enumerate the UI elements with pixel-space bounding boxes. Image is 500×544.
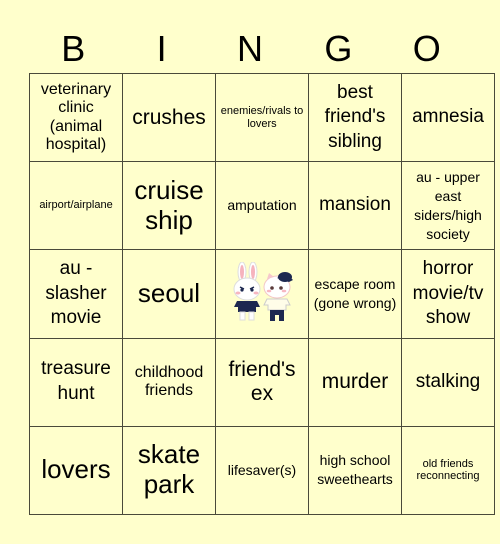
bingo-cell[interactable]: amputation <box>215 161 309 251</box>
bunny-and-cat-characters-icon <box>233 261 293 321</box>
bingo-cell[interactable]: escape room (gone wrong) <box>308 249 402 339</box>
bunny-character-icon <box>233 261 261 321</box>
bingo-cell[interactable]: seoul <box>122 249 216 339</box>
bingo-cell[interactable]: treasure hunt <box>29 337 123 427</box>
bingo-cell[interactable]: veterinary clinic (animal hospital) <box>29 72 123 163</box>
header-letter-g: G <box>324 28 353 69</box>
board-row: treasure hunt childhood friends friend's… <box>29 337 495 427</box>
bingo-cell[interactable]: skate park <box>122 425 216 516</box>
header-letter-o: O <box>412 28 441 69</box>
header-letter-n: N <box>236 28 263 69</box>
bingo-cell[interactable]: childhood friends <box>122 337 216 427</box>
bingo-header: B I N G O <box>29 24 471 74</box>
bingo-cell[interactable]: best friend's sibling <box>308 72 402 163</box>
bingo-cell[interactable]: cruise ship <box>122 161 216 251</box>
cat-character-icon <box>263 271 293 321</box>
bingo-cell[interactable]: au - slasher movie <box>29 249 123 339</box>
bingo-cell[interactable]: high school sweethearts <box>308 425 402 516</box>
board-row: airport/airplane cruise ship amputation … <box>29 161 495 251</box>
bingo-cell[interactable]: crushes <box>122 72 216 163</box>
bingo-cell[interactable]: airport/airplane <box>29 161 123 251</box>
board-row: au - slasher movie seoul escape room (go… <box>29 249 495 339</box>
bingo-cell[interactable]: old friends reconnecting <box>401 425 495 516</box>
header-letter-i: I <box>156 28 167 69</box>
header-letter-b: B <box>61 28 86 69</box>
bingo-cell[interactable]: lovers <box>29 425 123 516</box>
board-row: veterinary clinic (animal hospital) crus… <box>29 72 495 163</box>
bingo-cell[interactable]: friend's ex <box>215 337 309 427</box>
bingo-cell[interactable]: enemies/rivals to lovers <box>215 72 309 163</box>
bingo-cell[interactable]: lifesaver(s) <box>215 425 309 516</box>
board-row: lovers skate park lifesaver(s) high scho… <box>29 425 495 516</box>
bingo-cell[interactable]: stalking <box>401 337 495 427</box>
bingo-cell[interactable]: au - upper east siders/high society <box>401 161 495 251</box>
free-space-cell[interactable] <box>215 249 309 339</box>
bingo-cell[interactable]: mansion <box>308 161 402 251</box>
bingo-cell[interactable]: horror movie/tv show <box>401 249 495 339</box>
bingo-cell[interactable]: murder <box>308 337 402 427</box>
bingo-cell[interactable]: amnesia <box>401 72 495 163</box>
bingo-board: veterinary clinic (animal hospital) crus… <box>29 72 495 516</box>
